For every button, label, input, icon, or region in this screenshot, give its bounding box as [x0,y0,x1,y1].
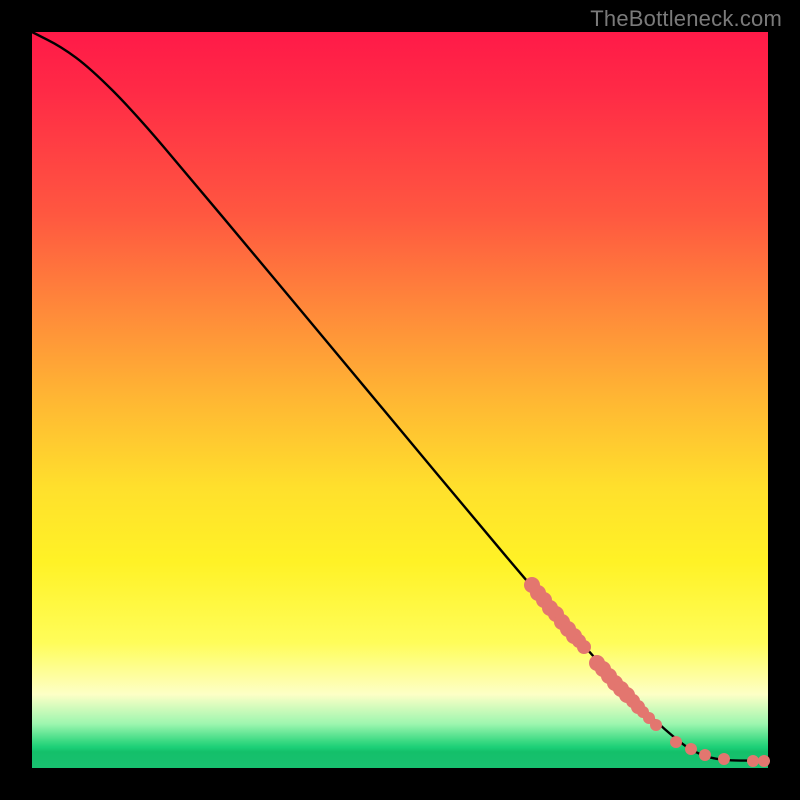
data-point-marker [670,736,682,748]
attribution-label: TheBottleneck.com [590,6,782,32]
chart-frame: TheBottleneck.com [0,0,800,800]
data-point-marker [758,755,770,767]
data-point-marker [685,743,697,755]
bottleneck-curve [32,32,768,768]
plot-area [32,32,768,768]
data-point-marker [718,753,730,765]
curve-line [32,32,768,761]
